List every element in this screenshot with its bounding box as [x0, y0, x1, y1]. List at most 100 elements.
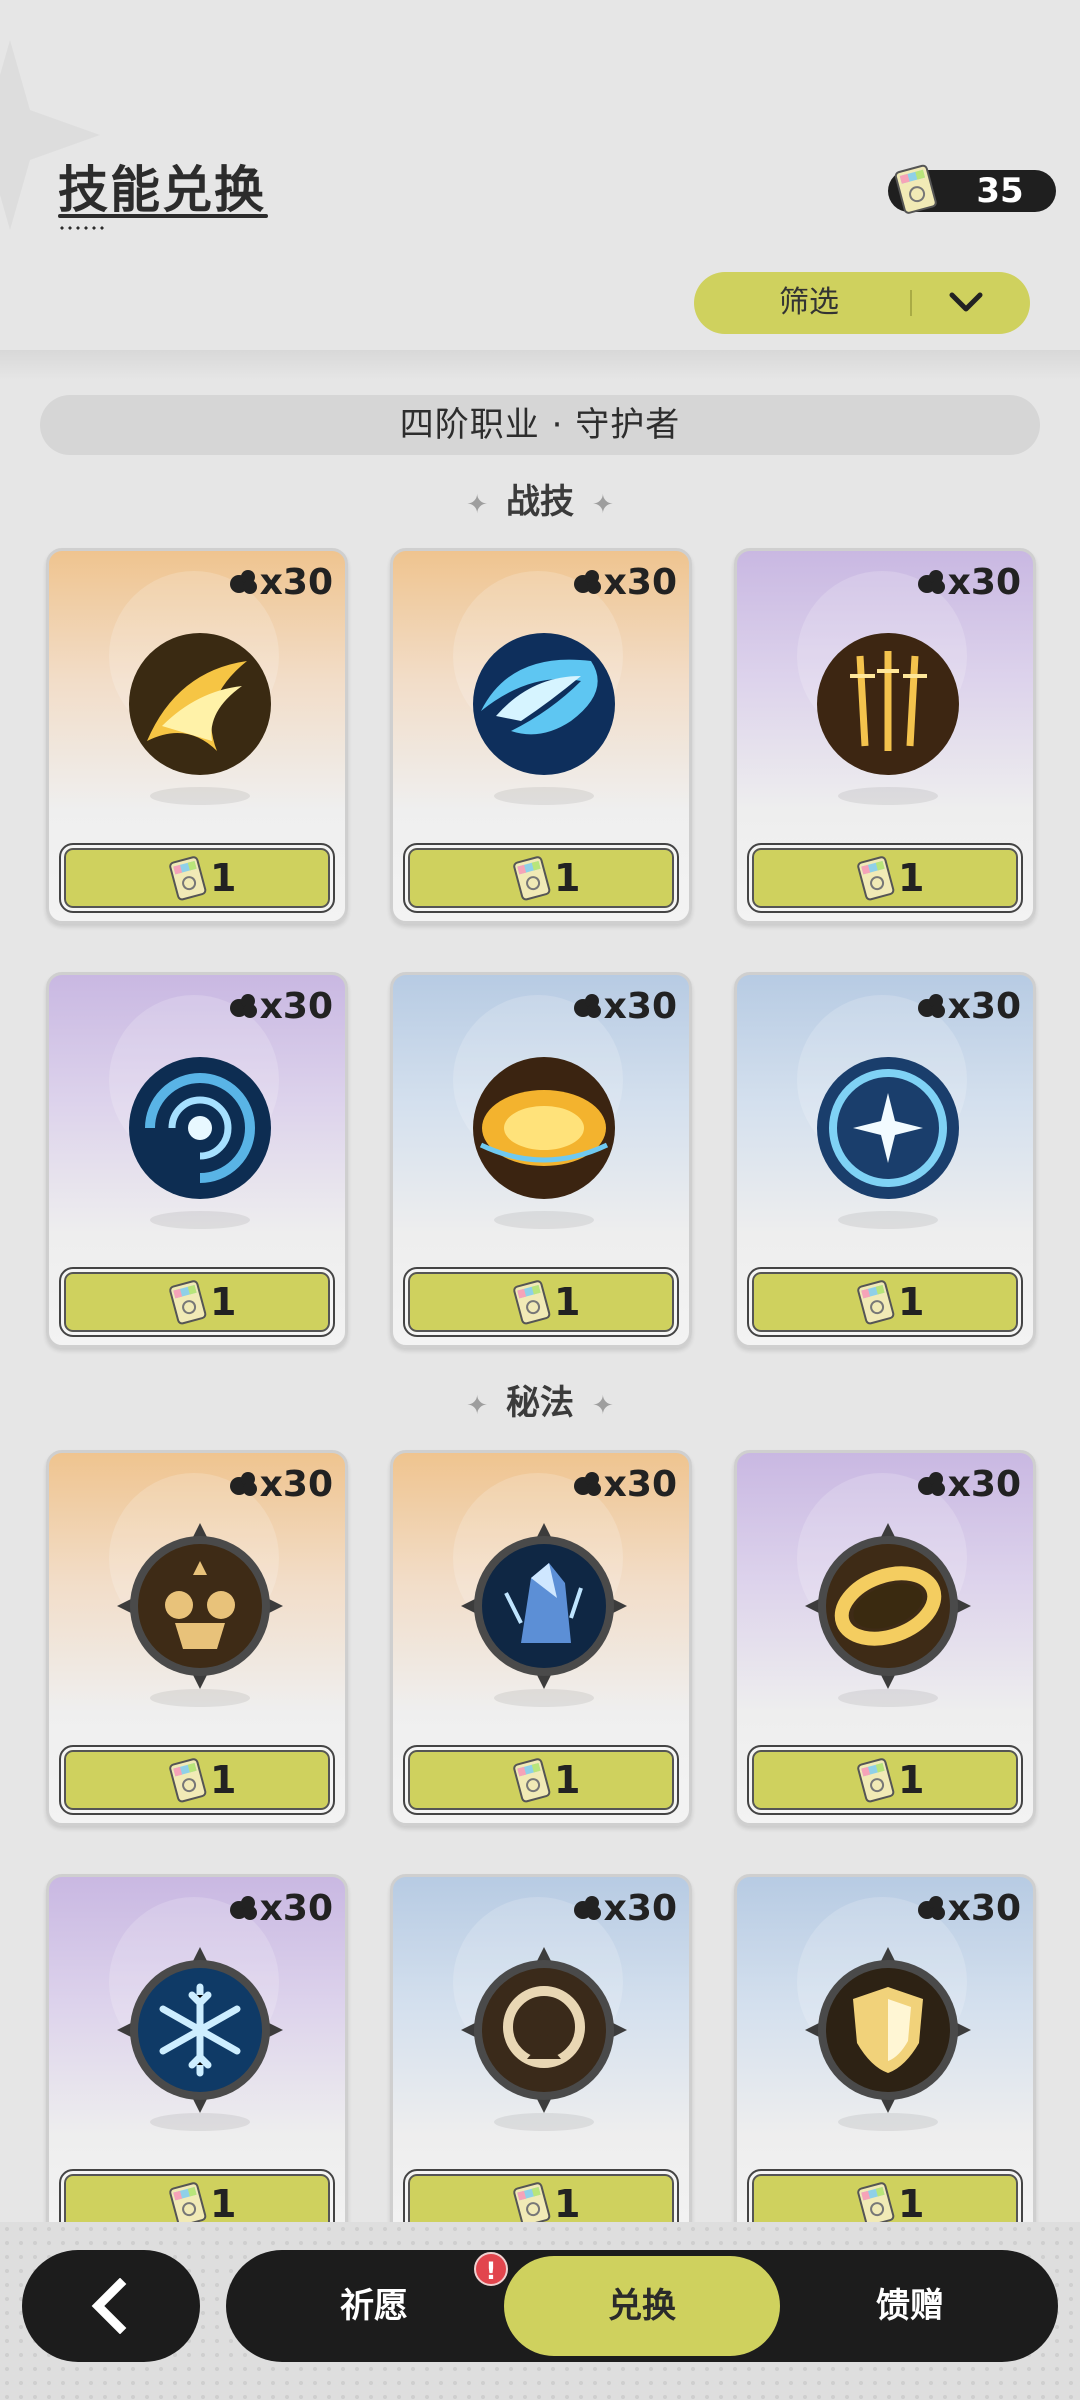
duplicate-count: x30	[916, 559, 1021, 607]
header-divider-shadow	[0, 350, 1080, 380]
back-button[interactable]	[22, 2250, 200, 2362]
duplicate-count: x30	[228, 983, 333, 1031]
golden-shield-icon	[805, 1947, 971, 2113]
fragment-icon	[228, 1463, 258, 1496]
water-wave-icon	[471, 631, 617, 777]
exchange-button[interactable]: 1	[747, 1267, 1023, 1337]
duplicate-count: x30	[572, 983, 677, 1031]
exchange-button[interactable]: 1	[747, 843, 1023, 913]
golden-flame-slash-icon	[127, 631, 273, 777]
halo-figure-icon	[461, 1947, 627, 2113]
fragment-icon	[572, 561, 602, 594]
icon-shadow	[838, 1689, 938, 1707]
skill-card[interactable]: x30 1	[734, 548, 1036, 924]
exchange-button[interactable]: 1	[59, 843, 335, 913]
duplicate-count: x30	[916, 983, 1021, 1031]
skill-card[interactable]: x30 1	[390, 972, 692, 1348]
duplicate-count: x30	[572, 559, 677, 607]
skill-card[interactable]: x30 1	[734, 1874, 1036, 2250]
skill-ticket-icon	[166, 854, 212, 904]
icon-shadow	[150, 2113, 250, 2131]
skill-card[interactable]: x30 1	[46, 1874, 348, 2250]
duplicate-count: x30	[916, 1885, 1021, 1933]
duplicate-count: x30	[916, 1461, 1021, 1509]
exchange-cost: 1	[898, 1758, 925, 1802]
exchange-button[interactable]: 1	[403, 1267, 679, 1337]
fragment-icon	[916, 1463, 946, 1496]
duplicate-count: x30	[572, 1461, 677, 1509]
icon-shadow	[838, 787, 938, 805]
exchange-cost: 1	[898, 1280, 925, 1324]
currency-value: 35	[976, 171, 1024, 211]
fragment-icon	[228, 985, 258, 1018]
exchange-cost: 1	[898, 856, 925, 900]
exchange-cost: 1	[554, 1758, 581, 1802]
duplicate-count-text: x30	[603, 1888, 677, 1929]
skill-ticket-icon	[510, 1278, 556, 1328]
exchange-button[interactable]: 1	[59, 1745, 335, 1815]
icon-shadow	[494, 2113, 594, 2131]
exchange-cost: 1	[210, 1280, 237, 1324]
duplicate-count: x30	[228, 1885, 333, 1933]
skill-ticket-icon	[166, 1278, 212, 1328]
icon-shadow	[150, 1211, 250, 1229]
fragment-icon	[572, 1887, 602, 1920]
duplicate-count-text: x30	[947, 1464, 1021, 1505]
category-header: 四阶职业 · 守护者	[40, 395, 1040, 455]
exchange-button[interactable]: 1	[403, 1745, 679, 1815]
skill-card[interactable]: x30 1	[734, 972, 1036, 1348]
duplicate-count-text: x30	[947, 562, 1021, 603]
icon-shadow	[150, 1689, 250, 1707]
exchange-button[interactable]: 1	[59, 1267, 335, 1337]
fragment-icon	[916, 1887, 946, 1920]
skill-ticket-icon	[854, 854, 900, 904]
duplicate-count-text: x30	[259, 986, 333, 1027]
title-dots	[58, 226, 108, 230]
chevron-down-icon	[949, 292, 983, 312]
icon-shadow	[838, 1211, 938, 1229]
sparkle-icon: ✦	[466, 490, 488, 520]
skill-card[interactable]: x30 1	[46, 1450, 348, 1826]
section-title-combat: ✦ 战技 ✦	[390, 477, 690, 527]
exchange-button[interactable]: 1	[403, 843, 679, 913]
icon-shadow	[494, 1689, 594, 1707]
golden-burst-icon	[471, 1055, 617, 1201]
page-title: 技能兑换	[58, 161, 266, 219]
fragment-icon	[228, 561, 258, 594]
icon-shadow	[150, 787, 250, 805]
icon-shadow	[494, 787, 594, 805]
duplicate-count: x30	[572, 1885, 677, 1933]
ice-crystal-icon	[461, 1523, 627, 1689]
skill-card[interactable]: x30 1	[734, 1450, 1036, 1826]
skill-card[interactable]: x30 1	[46, 972, 348, 1348]
duplicate-count-text: x30	[603, 562, 677, 603]
icon-shadow	[838, 2113, 938, 2131]
fragment-icon	[228, 1887, 258, 1920]
duplicate-count-text: x30	[259, 1464, 333, 1505]
exchange-cost: 1	[554, 856, 581, 900]
golden-ring-icon	[805, 1523, 971, 1689]
skill-ticket-icon	[854, 1278, 900, 1328]
group-rally-icon	[117, 1523, 283, 1689]
golden-swords-icon	[815, 631, 961, 777]
tab-gift[interactable]: 馈赠	[772, 2256, 1048, 2356]
exchange-cost: 1	[210, 1758, 237, 1802]
tab-wish[interactable]: 祈愿	[236, 2256, 512, 2356]
duplicate-count-text: x30	[259, 562, 333, 603]
blue-star-shield-icon	[815, 1055, 961, 1201]
skill-card[interactable]: x30 1	[390, 1874, 692, 2250]
exchange-button[interactable]: 1	[747, 1745, 1023, 1815]
skill-card[interactable]: x30 1	[46, 548, 348, 924]
sparkle-icon: ✦	[592, 490, 614, 520]
duplicate-count-text: x30	[947, 1888, 1021, 1929]
tab-exchange[interactable]: 兑换	[504, 2256, 780, 2356]
fragment-icon	[572, 1463, 602, 1496]
bottom-nav: 祈愿 兑换 馈赠	[226, 2250, 1058, 2362]
skill-card[interactable]: x30 1	[390, 1450, 692, 1826]
section-title-text: 秘法	[506, 1383, 574, 1423]
filter-button[interactable]: 筛选	[694, 272, 1030, 334]
skill-card[interactable]: x30 1	[390, 548, 692, 924]
fragment-icon	[572, 985, 602, 1018]
sparkle-icon: ✦	[592, 1391, 614, 1421]
duplicate-count-text: x30	[603, 986, 677, 1027]
